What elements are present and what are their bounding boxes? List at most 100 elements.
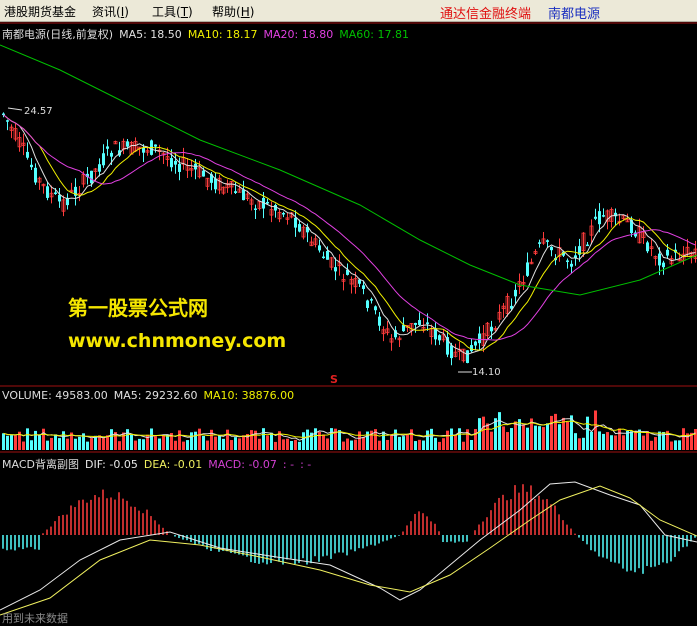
volume-bar [402,436,405,450]
volume-bar [14,435,17,450]
volume-bar [658,431,661,450]
candle-body [466,350,469,363]
volume-bar [426,430,429,450]
candle-body [362,285,365,289]
volume-bar [46,440,49,450]
dea-value: DEA: -0.01 [143,458,203,471]
volume-bar [642,435,645,450]
volume-bar [518,419,521,450]
candle-body [326,251,329,260]
volume-bar [450,428,453,450]
high-price-marker [7,107,23,111]
candle-body [514,289,517,297]
volume-bar [226,429,229,450]
volume-bar [86,441,89,450]
volume-bar [230,440,233,450]
candle-body [666,249,669,256]
ma60-line [0,44,697,296]
candle-body [594,216,597,219]
volume-bar [222,438,225,450]
volume-bar [106,435,109,450]
volume-bar [298,441,301,450]
volume-bar [582,437,585,450]
volume-bar [382,431,385,450]
volume-bar [514,421,517,450]
candle-body [26,151,29,158]
volume-bar [358,431,361,450]
volume-bar [130,434,133,450]
volume-bar [218,435,221,450]
macd-value: MACD: -0.07 [208,458,277,471]
candle-body [566,260,569,262]
volume-bar [30,440,33,450]
volume-bar [174,440,177,450]
volume-bar [186,440,189,450]
volume-bar [138,438,141,450]
volume-bar [626,430,629,450]
candle-body [546,240,549,242]
volume-ma10-value: MA10: 38876.00 [203,389,295,402]
candle-body [90,170,93,184]
candle-body [418,320,421,325]
volume-value: VOLUME: 49583.00 [2,389,108,402]
candle-body [282,213,285,215]
candle-body [598,211,601,225]
volume-bar [142,439,145,450]
volume-bars [2,410,697,450]
macd-extra-2: : - [300,458,312,471]
volume-bar [294,439,297,450]
candle-body [54,192,57,195]
volume-bar [594,410,597,450]
volume-bar [250,430,253,450]
candle-body [154,144,157,147]
volume-bar [634,430,637,450]
volume-bar [554,413,557,450]
candle-body [102,153,105,166]
volume-bar [6,435,9,450]
volume-bar [486,423,489,450]
volume-bar [670,441,673,450]
volume-bar [462,441,465,450]
volume-bar [534,425,537,450]
macd-histogram [2,484,696,574]
volume-bar [542,427,545,450]
volume-bar [302,432,305,450]
volume-bar [166,434,169,450]
volume-bar [234,437,237,450]
volume-bar [270,432,273,450]
volume-bar [110,429,113,450]
volume-bar [606,432,609,450]
volume-bar [378,440,381,450]
volume-bar [602,433,605,450]
volume-bar [354,439,357,450]
volume-bar [398,436,401,450]
volume-bar [394,429,397,450]
candle-body [450,345,453,359]
volume-bar [682,428,685,450]
volume-bar [58,438,61,450]
volume-bar [506,432,509,450]
volume-bar [386,439,389,450]
volume-bar [318,431,321,450]
volume-bar [258,438,261,450]
volume-bar [618,428,621,450]
volume-ma5-value: MA5: 29232.60 [113,389,198,402]
volume-bar [570,415,573,450]
volume-bar [410,429,413,450]
volume-bar [446,430,449,450]
candle-body [142,147,145,153]
pane-dividers [0,22,697,453]
candle-body [526,262,529,276]
volume-bar [418,439,421,450]
volume-bar [482,416,485,450]
volume-bar [510,428,513,450]
candle-body [438,335,441,341]
volume-bar [330,428,333,450]
volume-bar [306,429,309,450]
candle-body [298,224,301,232]
volume-bar [494,418,497,450]
ma60-value: MA60: 17.81 [339,28,409,41]
candle-body [234,191,237,193]
volume-bar [326,438,329,450]
volume-bar [322,434,325,450]
